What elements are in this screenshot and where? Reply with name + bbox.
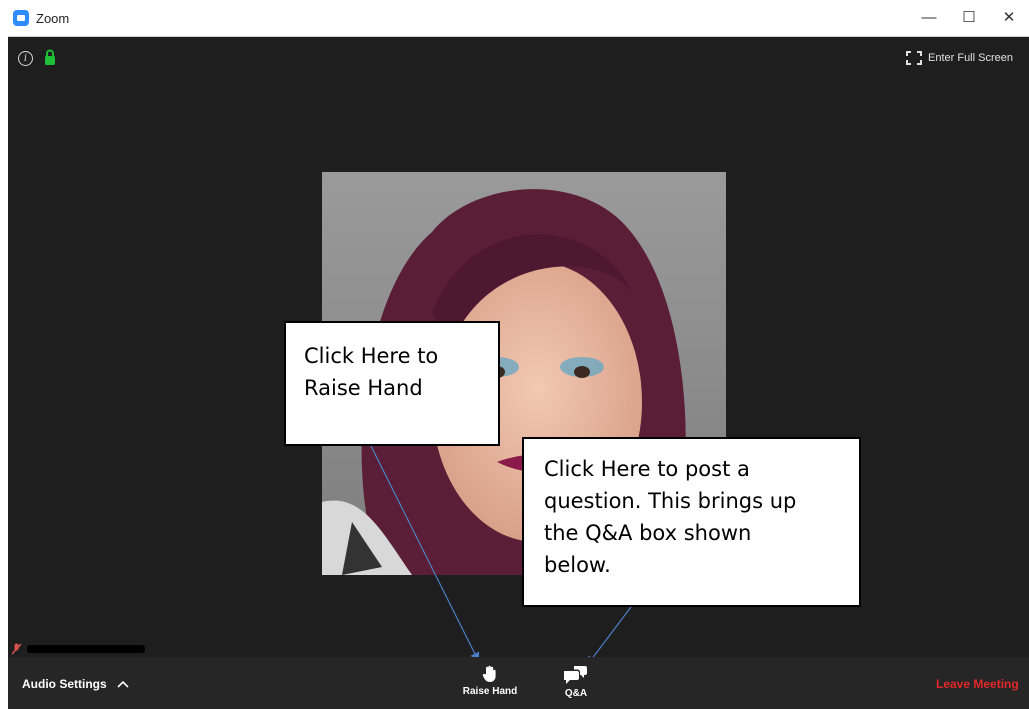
audio-settings-button[interactable]: Audio Settings (22, 677, 129, 691)
chat-bubbles-icon (564, 666, 587, 684)
muted-mic-icon (12, 643, 21, 655)
qa-label: Q&A (564, 688, 588, 699)
minimize-button[interactable]: — (914, 6, 944, 30)
raise-hand-callout: Click Here to Raise Hand (284, 321, 500, 446)
leave-meeting-button[interactable]: Leave Meeting (936, 677, 1019, 691)
enter-full-screen-button[interactable]: Enter Full Screen (906, 49, 1013, 67)
title-bar: Zoom — ☐ ✕ (8, 0, 1029, 37)
callout-line: Raise Hand (304, 376, 423, 400)
meeting-toolbar: Audio Settings Raise Hand Q&A Leave Meet… (8, 657, 1029, 709)
meeting-stage: i Enter Full Screen (8, 37, 1029, 657)
callout-line: Click Here to post a (544, 457, 750, 481)
redacted-name (27, 645, 145, 653)
participant-name-tag (12, 642, 145, 656)
zoom-logo-icon (13, 10, 29, 26)
close-button[interactable]: ✕ (994, 6, 1024, 30)
callout-line: question. This brings up (544, 489, 797, 513)
caret-up-icon (117, 680, 129, 688)
window-title: Zoom (36, 11, 70, 26)
callout-line: the Q&A box shown (544, 521, 752, 545)
callout-line: below. (544, 553, 611, 577)
audio-settings-label: Audio Settings (22, 677, 107, 691)
fullscreen-label: Enter Full Screen (928, 52, 1013, 64)
qa-callout: Click Here to post a question. This brin… (522, 437, 861, 607)
callout-line: Click Here to (304, 344, 439, 368)
zoom-window: Zoom — ☐ ✕ i Enter Full Screen Click Her… (8, 0, 1029, 709)
raise-hand-button[interactable]: Raise Hand (454, 665, 526, 697)
info-icon[interactable]: i (18, 51, 33, 66)
hand-icon (482, 665, 496, 682)
lock-icon[interactable] (44, 49, 56, 66)
maximize-button[interactable]: ☐ (954, 6, 984, 30)
fullscreen-icon (906, 51, 922, 65)
raise-hand-label: Raise Hand (462, 686, 518, 697)
qa-button[interactable]: Q&A (544, 665, 608, 699)
